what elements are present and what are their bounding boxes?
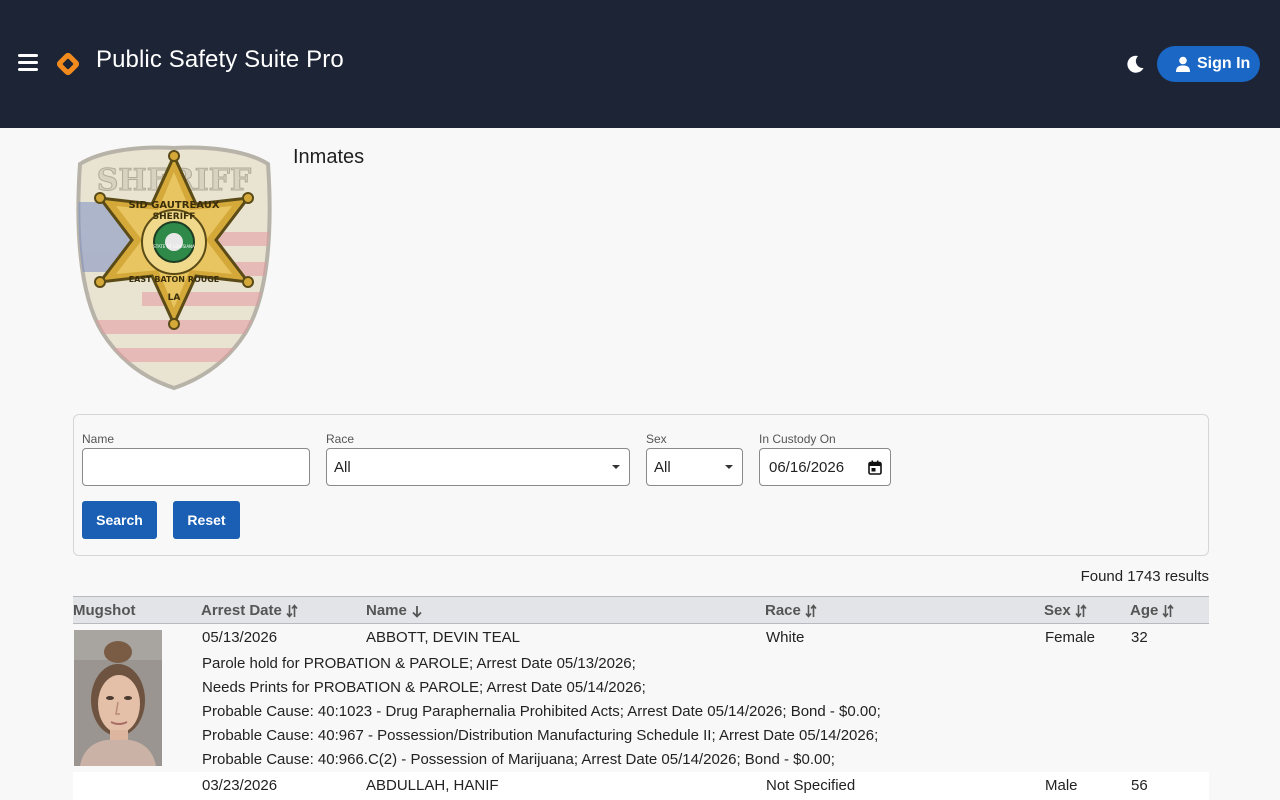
- name-cell[interactable]: ABBOTT, DEVIN TEAL: [366, 629, 520, 646]
- race-select-value: All: [334, 458, 351, 476]
- race-select[interactable]: All: [326, 448, 630, 486]
- seal-state-text: LA: [168, 293, 181, 303]
- sex-select-value: All: [654, 458, 671, 476]
- column-header-label: Age: [1130, 602, 1159, 619]
- custody-date-input[interactable]: 06/16/2026: [759, 448, 891, 486]
- name-label: Name: [82, 432, 115, 446]
- column-header-sex[interactable]: Sex: [1044, 602, 1087, 619]
- column-header-name[interactable]: Name: [366, 602, 423, 619]
- user-icon: [1176, 56, 1190, 72]
- sort-arrows-icon[interactable]: [1075, 603, 1087, 618]
- custody-date-value: 06/16/2026: [769, 458, 845, 476]
- race-cell: White: [766, 629, 805, 646]
- charge-line: Probable Cause: 40:1023 - Drug Paraphern…: [202, 703, 881, 720]
- arrow-down-icon[interactable]: [411, 604, 423, 618]
- page-title: Inmates: [293, 146, 365, 168]
- results-count: Found 1743 results: [1080, 568, 1209, 585]
- charge-line: Probable Cause: 40:966.C(2) - Possession…: [202, 751, 835, 768]
- name-cell[interactable]: ABDULLAH, HANIF: [366, 777, 499, 794]
- calendar-icon[interactable]: [868, 460, 882, 475]
- arrest-date-cell: 05/13/2026: [202, 629, 278, 646]
- diamond-logo-icon[interactable]: [55, 51, 81, 77]
- sex-label: Sex: [646, 432, 667, 446]
- custody-date-label: In Custody On: [759, 432, 836, 446]
- age-cell: 32: [1131, 629, 1148, 646]
- sex-cell: Female: [1045, 629, 1096, 646]
- arrest-date-cell: 03/23/2026: [202, 777, 278, 794]
- sex-select[interactable]: All: [646, 448, 743, 486]
- app-title[interactable]: Public Safety Suite Pro: [96, 46, 344, 74]
- column-header-label: Sex: [1044, 602, 1071, 619]
- column-header-arrest-date[interactable]: Arrest Date: [201, 602, 298, 619]
- age-cell: 56: [1131, 777, 1148, 794]
- sign-in-button[interactable]: Sign In: [1157, 46, 1260, 82]
- charge-line: Parole hold for PROBATION & PAROLE; Arre…: [202, 655, 636, 672]
- sort-arrows-icon[interactable]: [286, 603, 298, 618]
- table-row[interactable]: 05/13/2026 ABBOTT, DEVIN TEAL White Fema…: [73, 624, 1209, 772]
- top-navigation-bar: Public Safety Suite Pro Sign In: [0, 0, 1280, 128]
- charge-line: Probable Cause: 40:967 - Possession/Dist…: [202, 727, 879, 744]
- hamburger-menu-icon[interactable]: [18, 54, 38, 72]
- sort-arrows-icon[interactable]: [805, 603, 817, 618]
- chevron-down-icon: [725, 465, 733, 469]
- charge-line: Needs Prints for PROBATION & PAROLE; Arr…: [202, 679, 646, 696]
- reset-button[interactable]: Reset: [173, 501, 240, 539]
- sort-arrows-icon[interactable]: [1162, 603, 1174, 618]
- name-input[interactable]: [82, 448, 310, 486]
- table-header: Mugshot Arrest Date Name Race Sex Age: [73, 596, 1209, 624]
- sex-cell: Male: [1045, 777, 1078, 794]
- search-button[interactable]: Search: [82, 501, 157, 539]
- column-header-label: Arrest Date: [201, 602, 282, 619]
- search-filters-panel: Name Race All Sex All In Custody On 06/1…: [73, 414, 1209, 556]
- seal-center-text: STATE OF LOUISIANA: [153, 244, 195, 249]
- sign-in-label: Sign In: [1197, 55, 1251, 72]
- sheriff-seal-logo: SHERIFF SID GAUTREAUX SHERIFF STATE OF L…: [76, 145, 272, 391]
- column-header-label: Mugshot: [73, 602, 136, 619]
- seal-region-text: EAST BATON ROUGE: [129, 275, 220, 284]
- race-label: Race: [326, 432, 355, 446]
- race-cell: Not Specified: [766, 777, 856, 794]
- mugshot-image[interactable]: [74, 630, 162, 766]
- seal-name-text: SID GAUTREAUX: [128, 200, 219, 211]
- column-header-race[interactable]: Race: [765, 602, 817, 619]
- table-row[interactable]: 03/23/2026 ABDULLAH, HANIF Not Specified…: [73, 772, 1209, 800]
- column-header-label: Name: [366, 602, 407, 619]
- column-header-age[interactable]: Age: [1130, 602, 1174, 619]
- seal-sheriff-text: SHERIFF: [153, 212, 196, 222]
- chevron-down-icon: [612, 465, 620, 469]
- column-header-mugshot: Mugshot: [73, 602, 135, 619]
- moon-icon[interactable]: [1124, 53, 1146, 75]
- column-header-label: Race: [765, 602, 801, 619]
